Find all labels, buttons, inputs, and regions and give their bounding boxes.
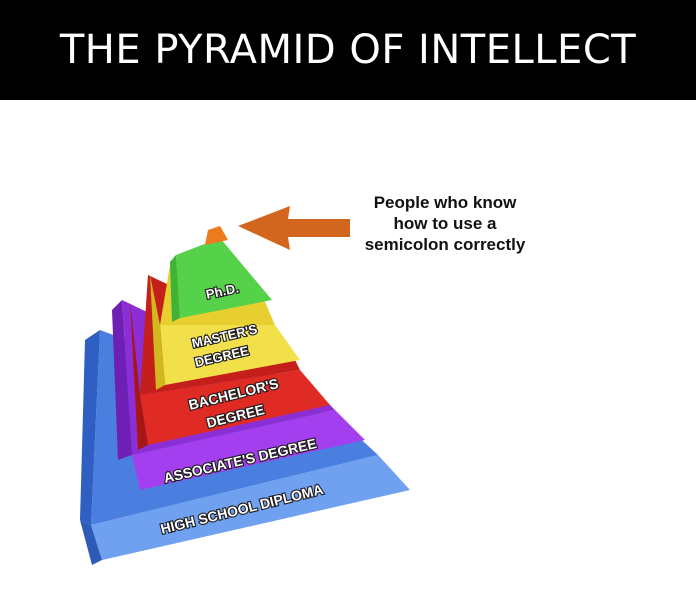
callout-line-1: People who know: [373, 193, 517, 212]
callout-line-3: semicolon correctly: [364, 235, 526, 254]
pyramid-of-intellect-diagram: HIGH SCHOOL DIPLOMA ASSOCIATE'S DEGREE B…: [80, 206, 410, 565]
arrow-icon: [238, 206, 350, 250]
apex-cap: [205, 226, 228, 245]
callout-text: People who know how to use a semicolon c…: [335, 192, 555, 255]
callout-line-2: how to use a: [393, 214, 497, 233]
pointer-arrow: [238, 206, 350, 250]
pyramid-apex: [205, 226, 228, 245]
